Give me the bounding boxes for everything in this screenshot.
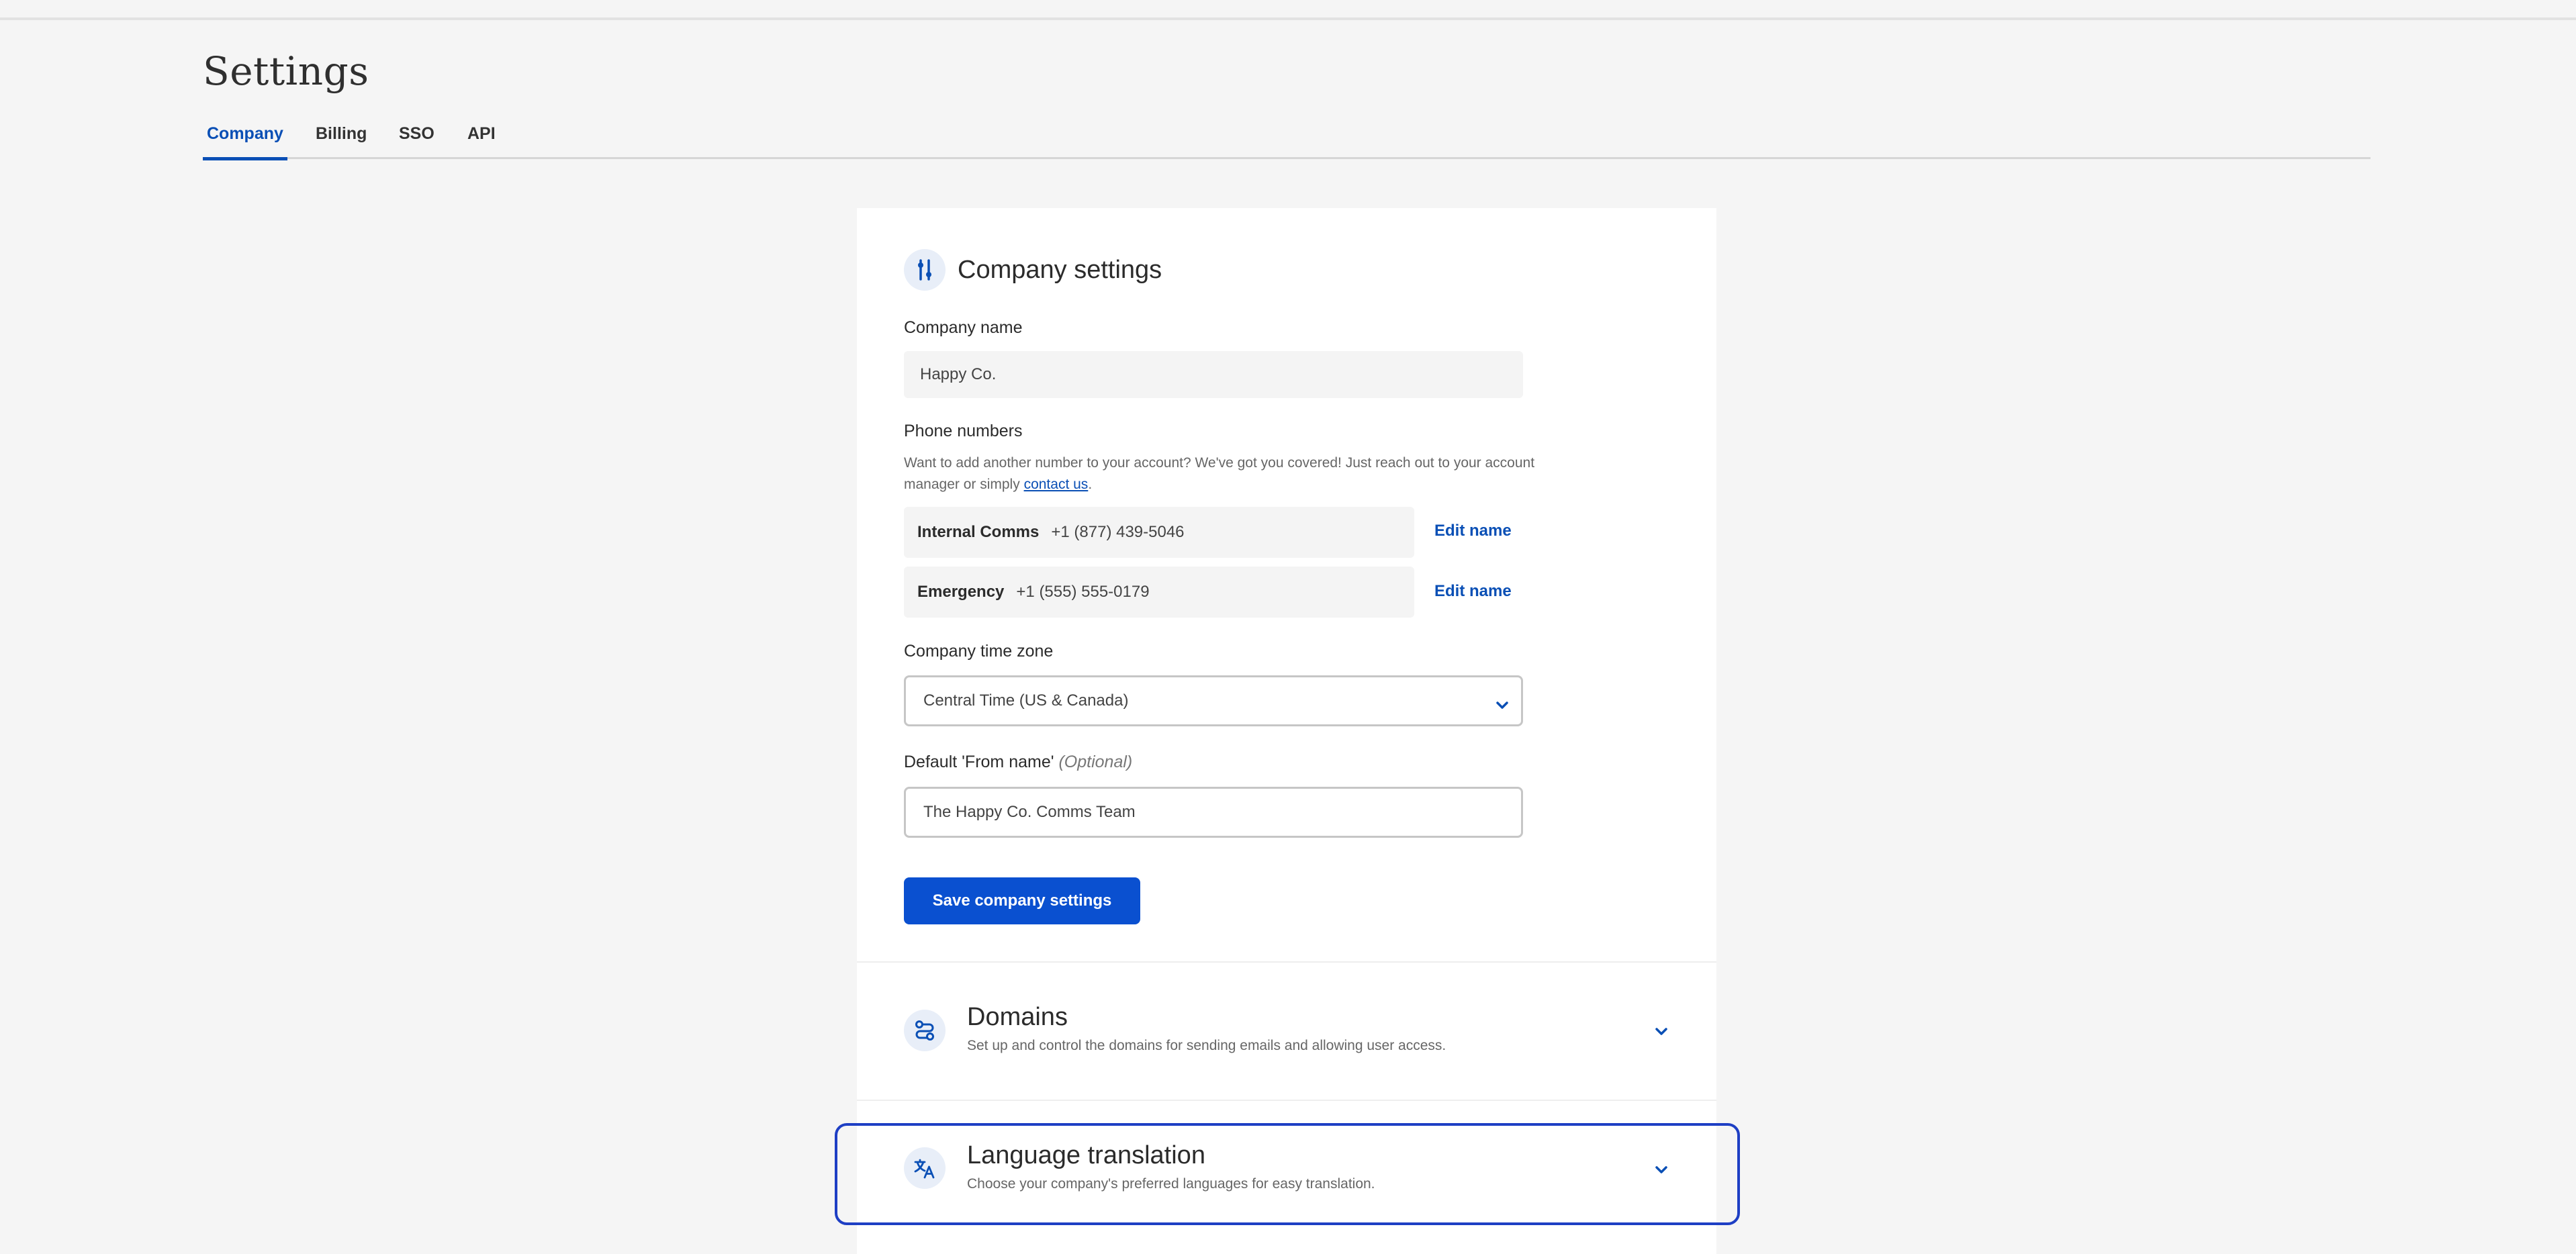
contact-us-link[interactable]: contact us — [1024, 477, 1089, 492]
phone-name: Internal Comms — [917, 523, 1040, 541]
page-title: Settings — [203, 48, 369, 94]
domains-title: Domains — [967, 1003, 1068, 1031]
save-company-settings-button[interactable]: Save company settings — [904, 877, 1140, 924]
from-name-label-text: Default 'From name' — [904, 753, 1054, 771]
route-icon — [904, 1010, 946, 1051]
time-zone-select[interactable]: Central Time (US & Canada) — [904, 675, 1523, 726]
phone-numbers-help: Want to add another number to your accou… — [904, 452, 1535, 495]
settings-tabs: Company Billing SSO API — [203, 117, 2371, 160]
company-name-value: Happy Co. — [920, 365, 997, 383]
phone-row: Emergency +1 (555) 555-0179 — [904, 567, 1414, 618]
phone-row: Internal Comms +1 (877) 439-5046 — [904, 507, 1414, 558]
domains-accordion[interactable]: Domains Set up and control the domains f… — [857, 963, 1716, 1097]
time-zone-label: Company time zone — [904, 642, 1054, 661]
edit-name-button[interactable]: Edit name — [1434, 522, 1512, 540]
optional-tag: (Optional) — [1058, 753, 1133, 771]
company-settings-title: Company settings — [958, 255, 1162, 284]
chevron-down-icon — [1496, 696, 1509, 715]
edit-name-button[interactable]: Edit name — [1434, 582, 1512, 601]
phone-help-text: Want to add another number to your accou… — [904, 455, 1535, 492]
domains-description: Set up and control the domains for sendi… — [967, 1038, 1446, 1053]
phone-number: +1 (877) 439-5046 — [1051, 523, 1185, 541]
phone-name: Emergency — [917, 583, 1005, 601]
company-settings-header: Company settings — [904, 249, 1162, 291]
from-name-input[interactable]: The Happy Co. Comms Team — [904, 787, 1523, 838]
from-name-label: Default 'From name' (Optional) — [904, 753, 1132, 772]
tab-company[interactable]: Company — [203, 117, 287, 160]
tab-sso[interactable]: SSO — [395, 117, 439, 159]
time-zone-value: Central Time (US & Canada) — [923, 691, 1129, 710]
company-name-label: Company name — [904, 318, 1023, 337]
from-name-value: The Happy Co. Comms Team — [923, 803, 1136, 821]
top-bar — [0, 0, 2576, 20]
phone-number: +1 (555) 555-0179 — [1016, 583, 1150, 601]
focus-ring — [835, 1123, 1740, 1225]
tab-api[interactable]: API — [463, 117, 500, 159]
phone-help-suffix: . — [1088, 477, 1093, 492]
company-name-field[interactable]: Happy Co. — [904, 351, 1523, 398]
settings-card: Company settings Company name Happy Co. … — [857, 208, 1716, 1254]
chevron-down-icon[interactable] — [1655, 1027, 1668, 1040]
tab-billing[interactable]: Billing — [312, 117, 371, 159]
phone-numbers-label: Phone numbers — [904, 422, 1023, 440]
sliders-icon — [904, 249, 946, 291]
